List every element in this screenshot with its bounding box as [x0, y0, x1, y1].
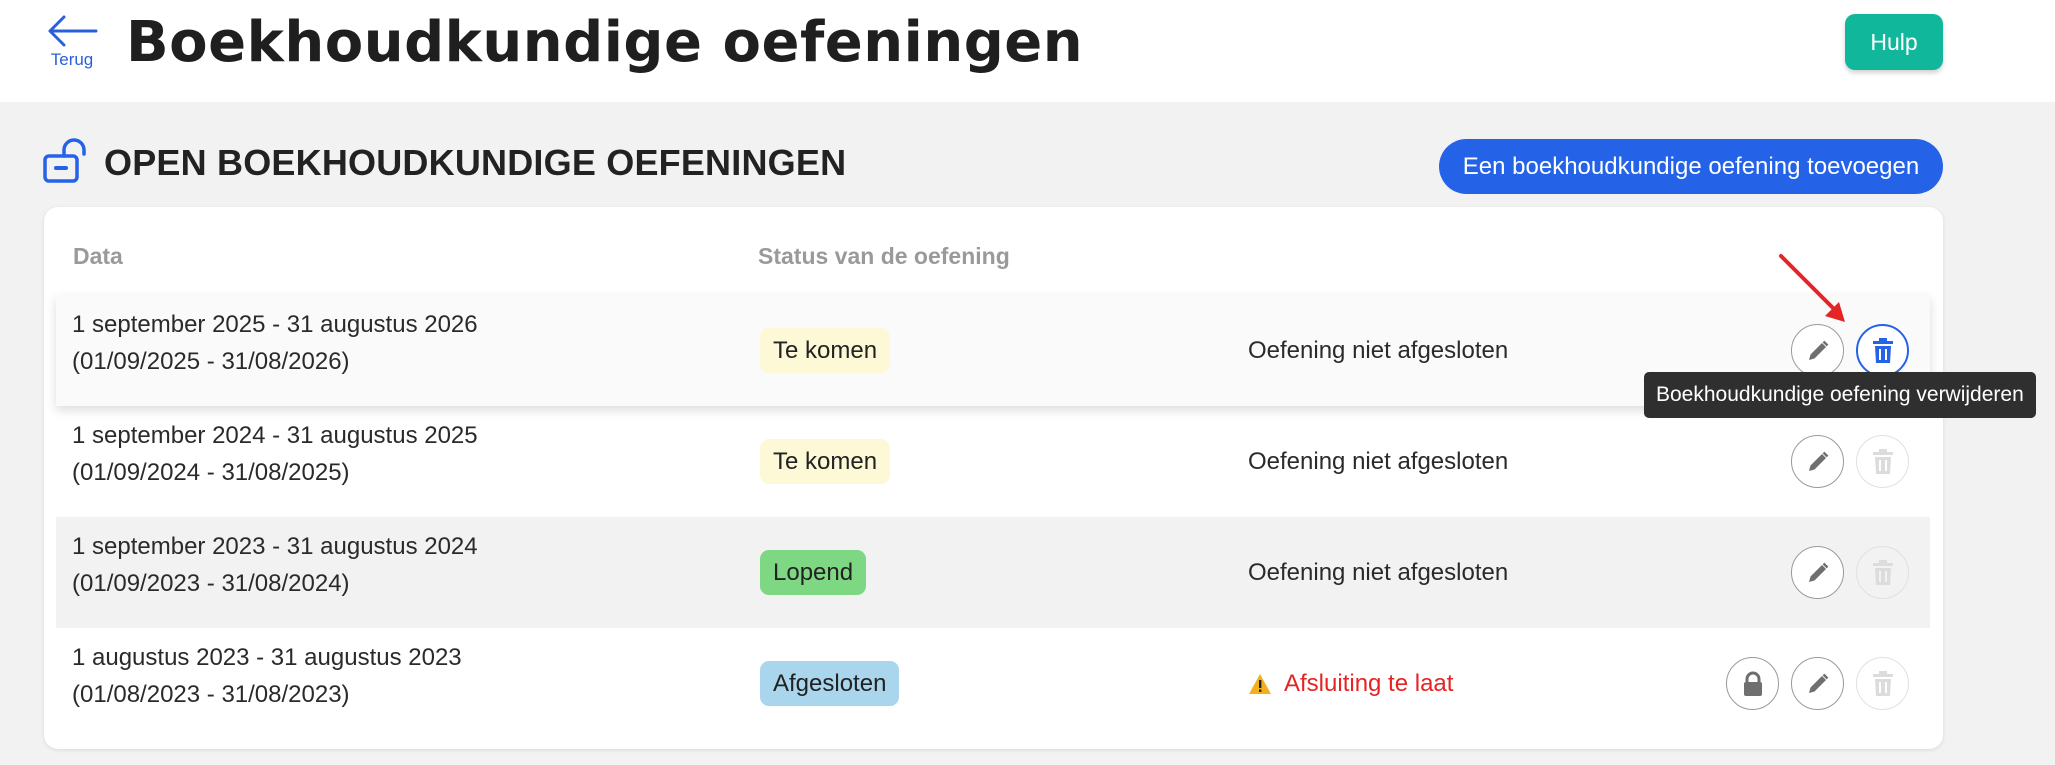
- closing-status: Oefening niet afgesloten: [1248, 448, 1509, 475]
- closing-status: Oefening niet afgesloten: [1248, 559, 1509, 586]
- back-label: Terug: [50, 50, 94, 69]
- table-row[interactable]: 1 september 2024 - 31 augustus 2025 (01/…: [56, 406, 1930, 517]
- warning-icon: [1249, 674, 1271, 694]
- column-header-status: Status van de oefening: [758, 243, 1010, 269]
- status-badge: Afgesloten: [760, 661, 900, 706]
- edit-button[interactable]: [1791, 324, 1844, 377]
- closing-status: Oefening niet afgesloten: [1248, 337, 1509, 364]
- edit-button[interactable]: [1791, 435, 1844, 488]
- add-exercise-button[interactable]: Een boekhoudkundige oefening toevoegen: [1439, 139, 1943, 194]
- page-title: Boekhoudkundige oefeningen: [126, 10, 1084, 75]
- trash-icon: [1872, 337, 1893, 363]
- table-row[interactable]: 1 september 2023 - 31 augustus 2024 (01/…: [56, 517, 1930, 628]
- help-button[interactable]: Hulp: [1845, 14, 1943, 70]
- arrow-left-icon: [48, 15, 98, 47]
- unlock-icon: [43, 138, 86, 183]
- column-header-data: Data: [73, 243, 123, 269]
- lock-button[interactable]: [1726, 657, 1779, 710]
- period-dates: (01/08/2023 - 31/08/2023): [72, 681, 350, 708]
- period-dates: (01/09/2023 - 31/08/2024): [72, 570, 350, 597]
- table-row[interactable]: 1 augustus 2023 - 31 augustus 2023 (01/0…: [56, 628, 1930, 739]
- lock-icon: [1743, 671, 1762, 696]
- period-label: 1 september 2023 - 31 augustus 2024: [72, 533, 478, 560]
- delete-button[interactable]: [1856, 657, 1909, 710]
- back-button[interactable]: Terug: [44, 14, 100, 76]
- pencil-icon: [1808, 451, 1828, 471]
- period-label: 1 september 2025 - 31 augustus 2026: [72, 311, 478, 338]
- pencil-icon: [1808, 673, 1828, 693]
- edit-button[interactable]: [1791, 657, 1844, 710]
- delete-tooltip: Boekhoudkundige oefening verwijderen: [1644, 372, 2036, 418]
- period-label: 1 augustus 2023 - 31 augustus 2023: [72, 644, 462, 671]
- section-title: OPEN BOEKHOUDKUNDIGE OEFENINGEN: [104, 142, 847, 183]
- period-dates: (01/09/2024 - 31/08/2025): [72, 459, 350, 486]
- closing-status-warning: Afsluiting te laat: [1248, 670, 1453, 698]
- delete-button[interactable]: [1856, 435, 1909, 488]
- trash-icon: [1872, 448, 1893, 474]
- delete-button[interactable]: [1856, 324, 1909, 377]
- trash-icon: [1872, 559, 1893, 585]
- top-bar: Terug Boekhoudkundige oefeningen Hulp: [0, 0, 2055, 102]
- pencil-icon: [1808, 340, 1828, 360]
- status-badge: Lopend: [760, 550, 867, 595]
- edit-button[interactable]: [1791, 546, 1844, 599]
- status-badge: Te komen: [760, 328, 891, 373]
- status-badge: Te komen: [760, 439, 891, 484]
- annotation-arrow-icon: [1779, 254, 1845, 322]
- period-dates: (01/09/2025 - 31/08/2026): [72, 348, 350, 375]
- period-label: 1 september 2024 - 31 augustus 2025: [72, 422, 478, 449]
- delete-button[interactable]: [1856, 546, 1909, 599]
- closing-status-text: Afsluiting te laat: [1284, 670, 1454, 697]
- trash-icon: [1872, 670, 1893, 696]
- pencil-icon: [1808, 562, 1828, 582]
